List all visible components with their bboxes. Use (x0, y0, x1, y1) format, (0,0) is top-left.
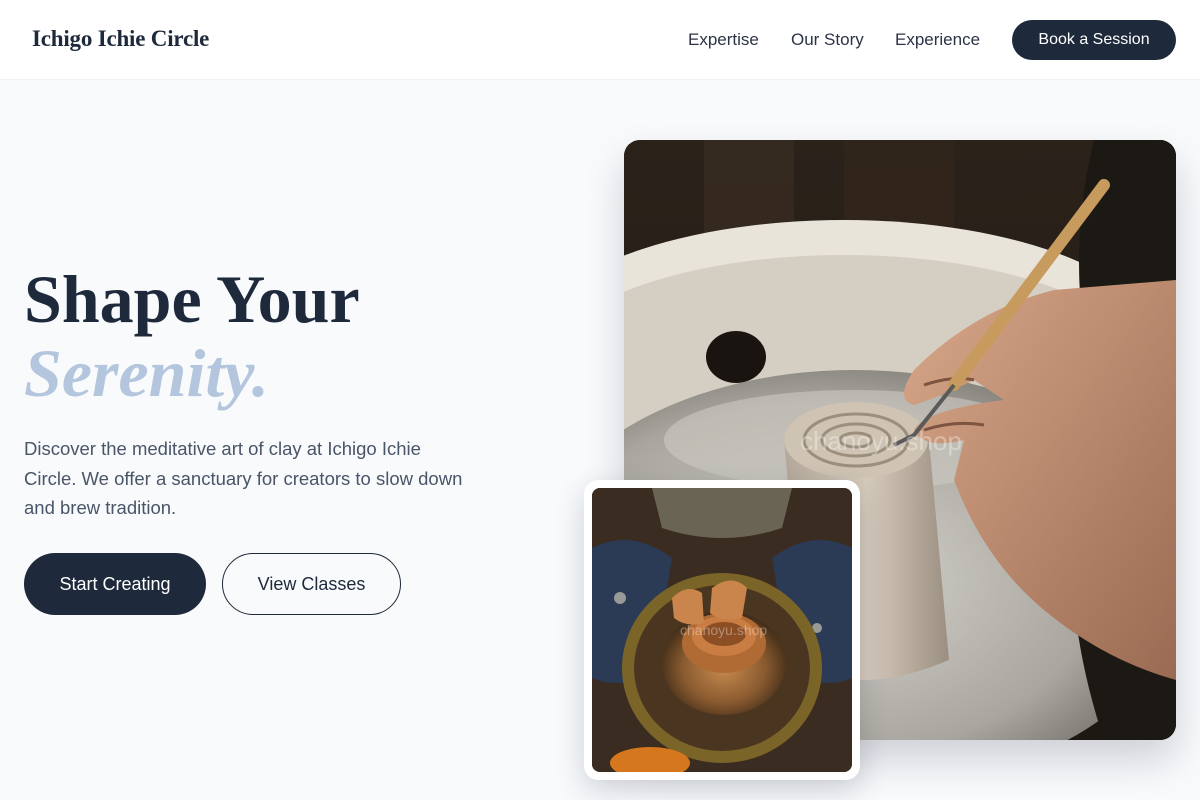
hero-inset-card: chanoyu.shop (584, 480, 860, 780)
inset-image-watermark: chanoyu.shop (680, 622, 768, 638)
book-session-button[interactable]: Book a Session (1012, 20, 1176, 60)
nav-link-our-story[interactable]: Our Story (791, 30, 864, 50)
hero-description: Discover the meditative art of clay at I… (24, 438, 463, 518)
image-watermark: chanoyu.shop (800, 426, 962, 456)
hero-title: Shape Your Serenity. (24, 262, 360, 410)
hero-title-accent: Serenity. (24, 335, 269, 411)
nav-link-expertise[interactable]: Expertise (688, 30, 759, 50)
start-creating-button[interactable]: Start Creating (24, 553, 206, 615)
site-header: Ichigo Ichie Circle Expertise Our Story … (0, 0, 1200, 80)
hero-inset-image: chanoyu.shop (592, 488, 852, 772)
view-classes-button[interactable]: View Classes (222, 553, 401, 615)
nav-link-experience[interactable]: Experience (895, 30, 980, 50)
brand-logo[interactable]: Ichigo Ichie Circle (32, 26, 209, 52)
hero-title-line1: Shape Your (24, 261, 360, 337)
